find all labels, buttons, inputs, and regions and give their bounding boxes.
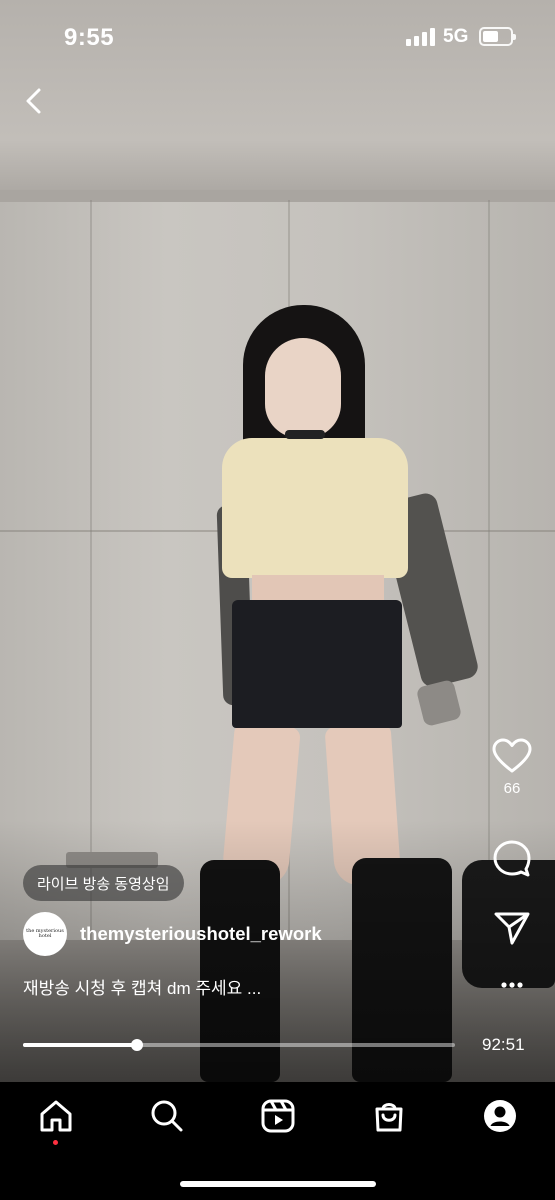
network-type: 5G (443, 26, 469, 47)
person-top (222, 438, 408, 578)
person-face (265, 338, 341, 438)
like-count: 66 (503, 780, 521, 797)
back-button[interactable] (18, 84, 52, 118)
shop-icon (375, 1103, 403, 1132)
home-icon (40, 1100, 72, 1132)
more-dots-icon (501, 982, 523, 988)
ceiling-beam (0, 190, 555, 202)
status-time: 9:55 (64, 24, 115, 51)
more-button[interactable] (488, 975, 536, 995)
battery-level (483, 31, 498, 42)
profile-icon (484, 1100, 516, 1132)
progress-played (23, 1043, 138, 1047)
comment-bubble-icon (493, 840, 531, 877)
person-choker (285, 430, 325, 439)
like-button[interactable]: 66 (488, 738, 536, 797)
post-caption[interactable]: 재방송 시청 후 캡쳐 dm 주세요 ... (23, 974, 261, 999)
person-skirt (232, 600, 402, 728)
avatar[interactable]: the mysterious hotel (23, 912, 67, 956)
notification-dot (53, 1140, 58, 1145)
video-progress-bar[interactable] (23, 1039, 455, 1051)
share-button[interactable] (488, 908, 536, 948)
badge-label: 라이브 방송 동영상임 (37, 875, 170, 893)
video-duration: 92:51 (482, 1035, 525, 1054)
nav-reels[interactable] (258, 1096, 298, 1136)
nav-profile[interactable] (480, 1096, 520, 1136)
nav-search[interactable] (147, 1096, 187, 1136)
avatar-logo-text: the mysterious hotel (26, 928, 64, 939)
person-cuff (415, 678, 463, 728)
nav-shop[interactable] (369, 1096, 409, 1136)
reel-video[interactable] (0, 0, 555, 1082)
paper-plane-icon (494, 912, 530, 945)
nav-home[interactable] (36, 1096, 76, 1136)
live-replay-badge[interactable]: 라이브 방송 동영상임 (23, 865, 184, 901)
heart-icon (492, 738, 532, 773)
username-link[interactable]: themysterioushotel_rework (80, 923, 322, 945)
reels-icon (261, 1099, 295, 1133)
home-indicator[interactable] (180, 1181, 376, 1187)
cellular-signal-icon (406, 28, 436, 46)
search-icon (151, 1100, 183, 1132)
status-bar: 9:55 5G (0, 0, 555, 70)
comment-button[interactable] (488, 838, 536, 878)
battery-icon (479, 27, 516, 46)
chevron-left-icon (26, 88, 41, 114)
